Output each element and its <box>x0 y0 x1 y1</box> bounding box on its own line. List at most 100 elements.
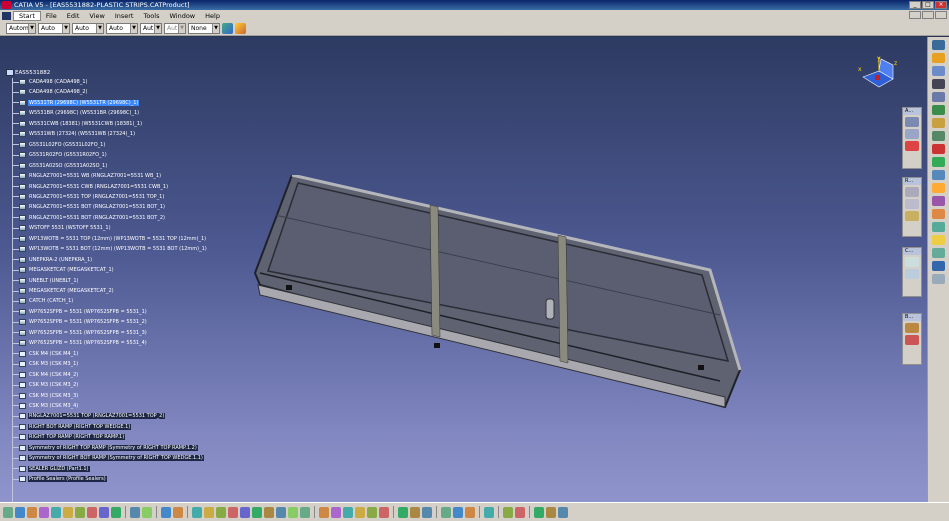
save-management-icon[interactable] <box>932 248 945 258</box>
palette-b-header[interactable]: B... <box>903 314 921 321</box>
copy-icon[interactable] <box>63 506 73 518</box>
tree-item[interactable]: MEGASKETCAT (MEGASKETCAT_1) <box>12 266 115 274</box>
fix-icon[interactable] <box>905 269 919 279</box>
settings-icon[interactable] <box>503 506 513 518</box>
tree-item[interactable]: CSK M4 (CSK M4_1) <box>12 350 79 358</box>
properties-icon[interactable] <box>235 22 246 34</box>
layer-combo[interactable]: Aut ▼ <box>164 22 186 34</box>
tree-item[interactable]: RNGLAZ7001=5531 CWB (RNGLAZ7001=5531 CWB… <box>12 183 169 191</box>
render-style-combo[interactable]: None ▼ <box>188 22 220 34</box>
menu-help[interactable]: Help <box>200 12 225 20</box>
tree-item[interactable]: RIGHT BOT RAMP (RIGHT TOP WEDGE.1) <box>12 423 132 431</box>
menu-view[interactable]: View <box>84 12 109 20</box>
palette-c-header[interactable]: C... <box>903 248 921 255</box>
catalog-browser-icon[interactable] <box>484 506 494 518</box>
close-button[interactable]: × <box>935 1 947 9</box>
multi-instantiation-icon[interactable] <box>932 144 945 154</box>
open-icon[interactable] <box>15 506 25 518</box>
zoom-out-icon[interactable] <box>240 506 250 518</box>
plane-icon[interactable] <box>905 211 919 221</box>
parameters-icon[interactable] <box>142 506 152 518</box>
tree-item[interactable]: W5531CWB (18381) (W5531CWB (18381)_1) <box>12 120 143 128</box>
line-thickness-combo[interactable]: Auto ▼ <box>72 22 104 34</box>
print-icon[interactable] <box>39 506 49 518</box>
constraint-icon[interactable] <box>410 506 420 518</box>
tree-item[interactable]: WP7652SFPB = 5531 (WP7652SFPB = 5531_1) <box>12 308 148 316</box>
sectioning-icon[interactable] <box>367 506 377 518</box>
replace-icon[interactable] <box>932 105 945 115</box>
menu-edit[interactable]: Edit <box>62 12 85 20</box>
document-icon[interactable] <box>2 11 11 20</box>
tree-item[interactable]: WP13WOTB = 5531 TOP (12mm) (WP13WOTB = 5… <box>12 235 207 243</box>
measure-icon[interactable] <box>932 274 945 284</box>
tree-item[interactable]: WSTOFF 5531 (WSTOFF 5531_1) <box>12 224 112 232</box>
tree-item[interactable]: G5531A02SO (G5531A02SO_1) <box>12 162 108 170</box>
formula-icon[interactable] <box>130 506 140 518</box>
selection-icon[interactable] <box>173 506 183 518</box>
tree-item[interactable]: CATCH (CATCH_1) <box>12 297 74 305</box>
tree-item[interactable]: Profile Sealers (Profile Sealers) <box>12 475 107 483</box>
reorder-icon[interactable] <box>932 118 945 128</box>
catalog-icon[interactable] <box>161 506 171 518</box>
tree-item[interactable]: UNEBLT (UNEBLT_1) <box>12 277 79 285</box>
rotate-icon[interactable] <box>216 506 226 518</box>
zoom-in-icon[interactable] <box>228 506 238 518</box>
fix-icon[interactable] <box>422 506 432 518</box>
scene-icon[interactable] <box>932 235 945 245</box>
smart-move-icon[interactable] <box>932 196 945 206</box>
manipulate-icon[interactable] <box>932 170 945 180</box>
analysis-icon[interactable] <box>515 506 525 518</box>
snap-icon[interactable] <box>905 129 919 139</box>
publish-icon[interactable] <box>932 157 945 167</box>
clash-icon[interactable] <box>932 222 945 232</box>
tree-item[interactable]: WP7652SFPB = 5531 (WP7652SFPB = 5531_4) <box>12 339 148 347</box>
fit-all-icon[interactable] <box>192 506 202 518</box>
tree-item[interactable]: Symmetry of RIGHT TOP RAMP (Symmetry of … <box>12 444 198 452</box>
3d-viewport[interactable]: EAS5531882 CADA498 (CADA498_1) CADA498 (C… <box>0 37 927 502</box>
snap-icon[interactable] <box>932 183 945 193</box>
paste-icon[interactable] <box>75 506 85 518</box>
tree-item[interactable]: CADA498 (CADA498_2) <box>12 88 88 96</box>
tree-item[interactable]: CADA498 (CADA498_1) <box>12 78 88 86</box>
menu-file[interactable]: File <box>41 12 62 20</box>
maximize-button[interactable]: □ <box>922 1 934 9</box>
line-type-combo[interactable]: Auto ▼ <box>106 22 138 34</box>
doc-minimize-button[interactable] <box>909 11 921 19</box>
analysis-icon[interactable] <box>932 261 945 271</box>
tree-item[interactable]: G5531R02FO (G5531R02FO_1) <box>12 151 108 159</box>
distance-icon[interactable] <box>379 506 389 518</box>
doc-close-button[interactable] <box>935 11 947 19</box>
tree-root[interactable]: EAS5531882 <box>6 69 50 76</box>
transparency-combo[interactable]: Auto ▼ <box>38 22 70 34</box>
tree-item[interactable]: W5531BR (29698C) (W5531BR (29698C)_1) <box>12 109 140 117</box>
swap-space-icon[interactable] <box>300 506 310 518</box>
redo-icon[interactable] <box>99 506 109 518</box>
scene-icon[interactable] <box>465 506 475 518</box>
tree-item[interactable]: W5531TR (29698C) (W5531TR (29698C)_1) <box>12 99 140 107</box>
bill-of-material-icon[interactable] <box>905 323 919 333</box>
tree-item[interactable]: W5531WB (27324) (W5531WB (27324)_1) <box>12 130 136 138</box>
normal-view-icon[interactable] <box>252 506 262 518</box>
tree-item[interactable]: RNGLAZ7001=5531 WB (RNGLAZ7001=5531 WB_1… <box>12 172 162 180</box>
save-icon[interactable] <box>27 506 37 518</box>
tree-item[interactable]: Symmetry of RIGHT BOT RAMP (Symmetry of … <box>12 454 204 462</box>
tree-item[interactable]: RNGLAZ7001=5531 BOT (RNGLAZ7001=5531 BOT… <box>12 214 166 222</box>
tree-item[interactable]: WP7652SFPB = 5531 (WP7652SFPB = 5531_2) <box>12 318 148 326</box>
generate-numbering-icon[interactable] <box>932 131 945 141</box>
update-icon[interactable] <box>398 506 408 518</box>
move-icon[interactable] <box>905 117 919 127</box>
tree-item[interactable]: CSK M3 (CSK M3_3) <box>12 392 79 400</box>
measure-icon[interactable] <box>441 506 451 518</box>
tree-item[interactable]: CSK M4 (CSK M4_2) <box>12 371 79 379</box>
point-icon[interactable] <box>905 187 919 197</box>
select-icon[interactable] <box>932 53 945 63</box>
tree-item[interactable]: CSK M3 (CSK M3_2) <box>12 381 79 389</box>
manipulation-icon[interactable] <box>319 506 329 518</box>
light-icon[interactable] <box>558 506 568 518</box>
new-icon[interactable] <box>3 506 13 518</box>
minimize-button[interactable]: _ <box>909 1 921 9</box>
fill-color-combo[interactable]: Autom ▼ <box>6 22 36 34</box>
painter-icon[interactable] <box>222 22 233 34</box>
doc-restore-button[interactable] <box>922 11 934 19</box>
compass-icon[interactable]: y x z <box>857 53 901 93</box>
